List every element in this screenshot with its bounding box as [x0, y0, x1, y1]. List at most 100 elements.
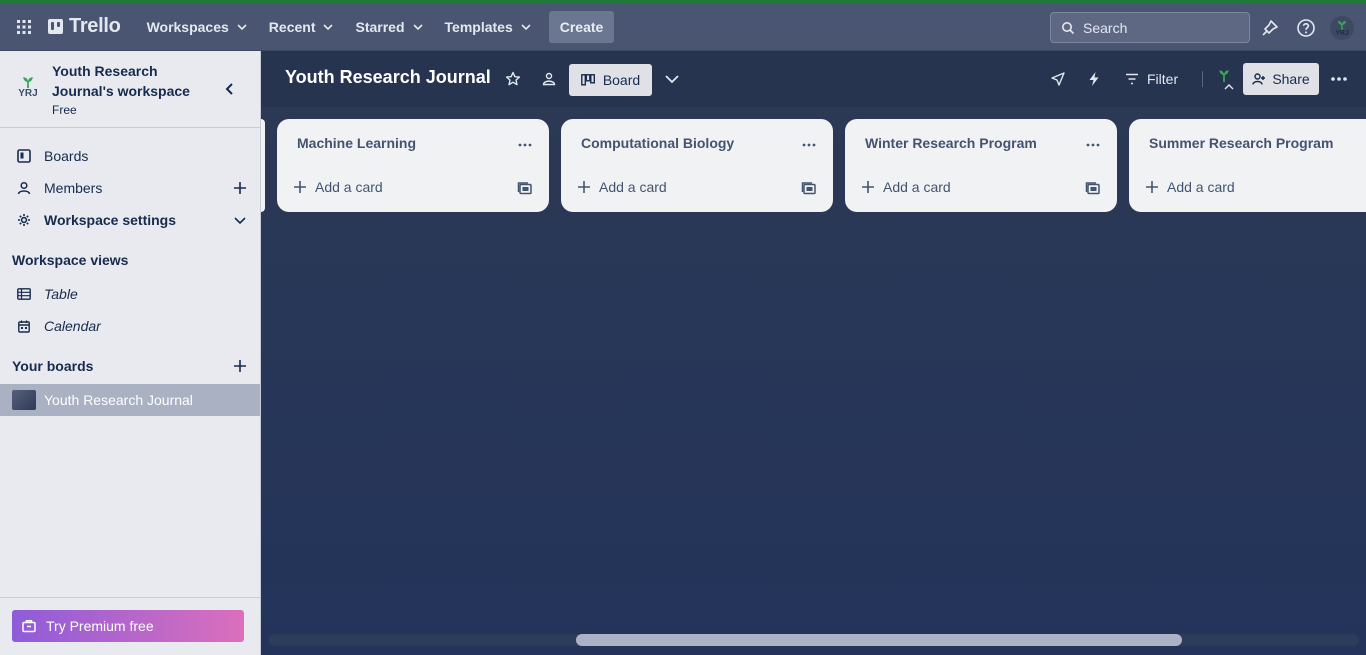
search-placeholder: Search — [1083, 19, 1128, 36]
sidebar-item-label: Boards — [44, 148, 89, 164]
create-button[interactable]: Create — [548, 10, 615, 43]
recent-menu[interactable]: Recent — [259, 11, 346, 43]
list-title[interactable]: Summer Research Program — [1149, 135, 1333, 151]
plus-icon — [578, 181, 590, 193]
templates-menu[interactable]: Templates — [435, 11, 543, 43]
workspace-header: YRJ Youth Research Journal's workspace F… — [0, 51, 260, 128]
add-card-button[interactable]: Add a card — [293, 179, 383, 195]
list-partial — [261, 119, 265, 212]
filter-icon — [1126, 73, 1138, 85]
notifications-icon[interactable] — [1258, 16, 1282, 40]
list-winter-research-program: Winter Research Program Add a card — [845, 119, 1117, 212]
sidebar-item-members[interactable]: Members — [0, 172, 260, 204]
trello-logo[interactable]: Trello — [48, 15, 121, 38]
workspace-initials: YRJ — [18, 87, 38, 99]
sidebar-item-workspace-settings[interactable]: Workspace settings — [0, 204, 260, 236]
add-card-button[interactable]: Add a card — [577, 179, 667, 195]
automation-icon[interactable] — [1084, 69, 1104, 89]
board-view-button[interactable]: Board — [569, 64, 652, 96]
header-divider — [1202, 71, 1203, 87]
add-card-button[interactable]: Add a card — [1145, 179, 1235, 195]
list-menu-icon[interactable] — [801, 137, 817, 153]
list-machine-learning: Machine Learning Add a card — [277, 119, 549, 212]
list-title[interactable]: Winter Research Program — [865, 135, 1037, 151]
views-chevron-down-icon[interactable] — [662, 69, 682, 89]
plus-icon — [294, 181, 306, 193]
premium-label: Try Premium free — [46, 618, 154, 634]
sidebar-item-calendar[interactable]: Calendar — [0, 310, 260, 342]
sidebar-item-table[interactable]: Table — [0, 278, 260, 310]
add-card-label: Add a card — [1167, 179, 1235, 195]
filter-label: Filter — [1147, 71, 1179, 87]
board-canvas: Machine Learning Add a card Computationa… — [261, 107, 1366, 655]
chevron-down-icon — [323, 23, 334, 30]
list-summer-research-program: Summer Research Program Add a card — [1129, 119, 1366, 212]
member-avatar[interactable] — [1214, 65, 1234, 93]
sidebar-board-youth-research-journal[interactable]: Youth Research Journal — [0, 384, 260, 416]
card-template-icon[interactable] — [1085, 181, 1101, 197]
collapse-sidebar-icon[interactable] — [222, 81, 238, 97]
add-person-icon — [1252, 73, 1266, 85]
visibility-icon[interactable] — [539, 69, 559, 89]
sidebar: YRJ Youth Research Journal's workspace F… — [0, 51, 261, 655]
star-icon[interactable] — [503, 69, 523, 89]
horizontal-scrollbar-thumb[interactable] — [576, 634, 1182, 646]
card-template-icon[interactable] — [801, 181, 817, 197]
templates-label: Templates — [444, 18, 513, 35]
plus-icon — [862, 181, 874, 193]
board-view-label: Board — [602, 72, 641, 88]
board-icon — [16, 148, 32, 164]
board-title[interactable]: Youth Research Journal — [285, 67, 491, 88]
account-avatar[interactable]: YRJ — [1330, 16, 1354, 40]
sidebar-item-boards[interactable]: Boards — [0, 140, 260, 172]
sidebar-board-label: Youth Research Journal — [44, 392, 193, 408]
plant-icon — [23, 76, 33, 88]
share-button[interactable]: Share — [1243, 63, 1319, 95]
trello-logo-text: Trello — [69, 15, 121, 37]
app-switcher-icon[interactable] — [12, 15, 36, 39]
workspaces-menu[interactable]: Workspaces — [137, 11, 259, 43]
more-options-icon[interactable] — [1329, 69, 1349, 89]
recent-label: Recent — [268, 18, 316, 35]
chevron-down-icon — [521, 23, 531, 30]
starred-menu[interactable]: Starred — [345, 11, 434, 43]
list-computational-biology: Computational Biology Add a card — [561, 119, 833, 212]
add-card-button[interactable]: Add a card — [861, 179, 951, 195]
plant-icon — [1338, 20, 1346, 30]
power-ups-icon[interactable] — [1048, 69, 1068, 89]
sidebar-item-label: Workspace settings — [44, 212, 177, 228]
workspace-name: Youth Research Journal's workspace — [52, 63, 190, 99]
chevron-down-icon[interactable] — [232, 212, 248, 228]
sidebar-divider — [0, 597, 260, 598]
table-icon — [16, 286, 32, 302]
list-title[interactable]: Machine Learning — [297, 135, 416, 151]
workspaces-label: Workspaces — [146, 18, 229, 35]
avatar-initials: YRJ — [1335, 29, 1349, 37]
list-menu-icon[interactable] — [517, 137, 533, 153]
calendar-icon — [16, 318, 32, 334]
create-board-plus-icon[interactable] — [232, 358, 248, 374]
add-card-label: Add a card — [883, 179, 951, 195]
card-template-icon[interactable] — [517, 181, 533, 197]
starred-label: Starred — [355, 18, 405, 35]
your-boards-heading: Your boards — [12, 358, 94, 374]
filter-button[interactable]: Filter — [1125, 63, 1178, 95]
add-member-plus-icon[interactable] — [232, 180, 248, 196]
add-card-label: Add a card — [599, 179, 667, 195]
try-premium-button[interactable]: Try Premium free — [12, 610, 244, 642]
workspace-avatar[interactable]: YRJ — [12, 71, 44, 103]
sidebar-item-label: Calendar — [44, 318, 101, 334]
workspace-plan: Free — [52, 103, 77, 117]
search-input[interactable]: Search — [1050, 12, 1250, 43]
search-icon — [1062, 21, 1075, 34]
help-icon[interactable] — [1294, 16, 1318, 40]
sidebar-item-label: Table — [44, 286, 78, 302]
list-menu-icon[interactable] — [1085, 137, 1101, 153]
chevron-down-icon — [412, 23, 423, 30]
person-icon — [16, 180, 32, 196]
gear-icon — [16, 212, 32, 228]
top-navigation-bar: Trello Workspaces Recent Starred Templat… — [0, 0, 1366, 51]
list-title[interactable]: Computational Biology — [581, 135, 734, 151]
briefcase-icon — [22, 620, 36, 633]
workspace-views-heading: Workspace views — [12, 252, 129, 268]
